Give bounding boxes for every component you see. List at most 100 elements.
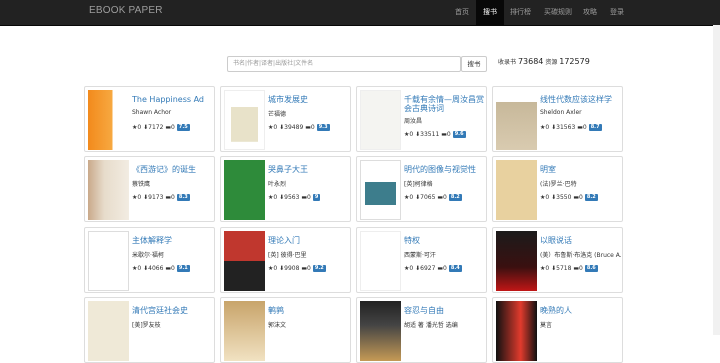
book-title[interactable]: 明代的图像与视觉性 <box>404 165 486 174</box>
book-cover[interactable] <box>88 231 129 291</box>
book-card[interactable]: 晚熟的人 莫言 <box>492 297 623 363</box>
book-author: [英] 彼得·巴里 <box>268 252 307 259</box>
book-meta: ★0 ⬇33511 ▬0 9.6 <box>404 131 466 138</box>
download-count: 3550 <box>556 194 572 201</box>
nav-home[interactable]: 首页 <box>448 0 476 25</box>
book-cover[interactable] <box>88 90 129 150</box>
book-title[interactable]: 《西游记》的诞生 <box>132 165 214 174</box>
download-count: 9563 <box>284 194 300 201</box>
download-count: 39489 <box>284 124 304 131</box>
score-badge: 8.6 <box>584 265 598 272</box>
book-author: 莫言 <box>540 322 553 329</box>
download-count: 5718 <box>556 265 572 272</box>
scrollbar[interactable] <box>713 25 720 335</box>
book-title[interactable]: 主体解释学 <box>132 236 214 245</box>
book-cover[interactable] <box>224 231 265 291</box>
star-count: 0 <box>409 194 414 201</box>
comment-count: 0 <box>171 194 175 201</box>
book-author: 郭沫文 <box>268 322 287 329</box>
search-input[interactable]: 书名|作者|译者|出版社|文件名 <box>227 56 461 72</box>
download-count: 33511 <box>420 131 440 138</box>
score-badge: 8.2 <box>448 194 462 201</box>
comment-count: 0 <box>579 194 583 201</box>
book-card[interactable]: 容忍与自由胡适 著 潘光哲 选编 <box>356 297 487 363</box>
books-count-label: 收录书 <box>498 59 517 66</box>
download-count: 9173 <box>148 194 164 201</box>
comment-count: 0 <box>310 124 315 131</box>
book-meta: ★0 ⬇31563 ▬0 8.7 <box>540 124 602 131</box>
book-card[interactable]: 哭鼻子大王 叶永烈 ★0 ⬇9563 ▬0 9 <box>220 156 351 222</box>
book-card[interactable]: 清代宫廷社会史 [美]罗友枝 <box>84 297 215 363</box>
book-title[interactable]: 理论入门 <box>268 236 350 245</box>
book-author: 芒福德 <box>268 111 287 118</box>
book-card[interactable]: 主体解释学 米歇尔·福柯 ★0 ⬇4066 ▬0 9.1 <box>84 227 215 293</box>
site-brand[interactable]: EBOOK PAPER <box>89 5 163 16</box>
book-cover[interactable] <box>224 90 265 150</box>
score-badge: 8.2 <box>584 194 598 201</box>
book-cover[interactable] <box>224 301 265 361</box>
book-card[interactable]: 明室 (法)罗兰·巴特 ★0 ⬇3550 ▬0 8.2 <box>492 156 623 222</box>
star-count: 0 <box>409 131 414 138</box>
book-card[interactable]: 明代的图像与视觉性 [英]柯律格 ★0 ⬇7065 ▬0 8.2 <box>356 156 487 222</box>
nav-ranking[interactable]: 排行榜 <box>503 0 538 25</box>
resources-count: 172579 <box>559 57 590 66</box>
book-card[interactable]: The Happiness Ad Shawn Achor ★0 ⬇7172 ▬0 7.… <box>84 86 215 152</box>
nav-search[interactable]: 搜书 <box>476 0 504 25</box>
book-card[interactable]: 鹌鹑 郭沫文 <box>220 297 351 363</box>
book-title[interactable]: 哭鼻子大王 <box>268 165 350 174</box>
book-meta: ★0 ⬇7172 ▬0 7.5 <box>132 124 190 131</box>
book-author: 米歇尔·福柯 <box>132 252 164 259</box>
book-author: 蔡铁鹰 <box>132 181 151 188</box>
nav-guide[interactable]: 攻略 <box>576 0 604 25</box>
search-button[interactable]: 搜书 <box>461 56 487 72</box>
score-badge: 8.4 <box>448 265 462 272</box>
book-author: 叶永烈 <box>268 181 287 188</box>
book-title[interactable]: The Happiness Ad <box>132 95 214 104</box>
comment-count: 0 <box>582 124 587 131</box>
score-badge: 9.1 <box>176 265 190 272</box>
book-card[interactable]: 以眼说话 (美）布鲁斯·布洛克 (Bruce A. ★0 ⬇5718 ▬0 8.6 <box>492 227 623 293</box>
book-title[interactable]: 线性代数应该这样学 <box>540 95 622 104</box>
book-title[interactable]: 千载有余情—周汝昌赏会古典诗词 <box>404 95 486 113</box>
book-cover[interactable] <box>88 160 129 220</box>
book-cover[interactable] <box>496 90 537 150</box>
book-title[interactable]: 特权 <box>404 236 486 245</box>
star-count: 0 <box>137 265 142 272</box>
star-count: 0 <box>273 194 278 201</box>
nav-login[interactable]: 登录 <box>603 0 631 25</box>
book-cover[interactable] <box>224 160 265 220</box>
book-title[interactable]: 清代宫廷社会史 <box>132 306 214 315</box>
book-card[interactable]: 特权 西蒙斯·可汗 ★0 ⬇6927 ▬0 8.4 <box>356 227 487 293</box>
nav-rules[interactable]: 买碳规则 <box>537 0 579 25</box>
book-card[interactable]: 城市发展史 芒福德 ★0 ⬇39489 ▬0 9.3 <box>220 86 351 152</box>
book-author: (美）布鲁斯·布洛克 (Bruce A. <box>540 252 622 259</box>
book-title[interactable]: 明室 <box>540 165 622 174</box>
book-card[interactable]: 千载有余情—周汝昌赏会古典诗词 周汝昌 ★0 ⬇33511 ▬0 9.6 <box>356 86 487 152</box>
book-card[interactable]: 线性代数应该这样学 Sheldon Axler ★0 ⬇31563 ▬0 8.7 <box>492 86 623 152</box>
comment-count: 0 <box>307 265 311 272</box>
book-title[interactable]: 鹌鹑 <box>268 306 350 315</box>
book-title[interactable]: 城市发展史 <box>268 95 350 104</box>
score-badge: 9.6 <box>452 131 466 138</box>
star-count: 0 <box>545 124 550 131</box>
book-meta: ★0 ⬇5718 ▬0 8.6 <box>540 265 598 272</box>
book-meta: ★0 ⬇9908 ▬0 9.2 <box>268 265 326 272</box>
score-badge: 7.5 <box>176 124 190 131</box>
book-card[interactable]: 《西游记》的诞生 蔡铁鹰 ★0 ⬇9173 ▬0 8.3 <box>84 156 215 222</box>
book-card[interactable]: 理论入门 [英] 彼得·巴里 ★0 ⬇9908 ▬0 9.2 <box>220 227 351 293</box>
book-cover[interactable] <box>360 160 401 220</box>
star-count: 0 <box>137 194 142 201</box>
book-title[interactable]: 容忍与自由 <box>404 306 486 315</box>
book-cover[interactable] <box>360 231 401 291</box>
book-cover[interactable] <box>360 90 401 150</box>
book-cover[interactable] <box>88 301 129 361</box>
book-cover[interactable] <box>360 301 401 361</box>
book-cover[interactable] <box>496 301 537 361</box>
book-author: 胡适 著 潘光哲 选编 <box>404 322 458 329</box>
download-count: 4066 <box>148 265 164 272</box>
book-title[interactable]: 以眼说话 <box>540 236 622 245</box>
book-cover[interactable] <box>496 160 537 220</box>
book-meta: ★0 ⬇7065 ▬0 8.2 <box>404 194 462 201</box>
book-title[interactable]: 晚熟的人 <box>540 306 622 315</box>
book-cover[interactable] <box>496 231 537 291</box>
